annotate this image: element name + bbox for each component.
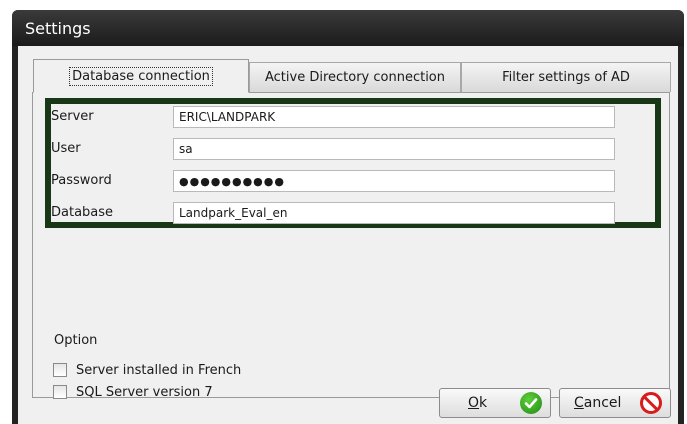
- cancel-button[interactable]: Cancel: [559, 388, 671, 418]
- tab-filter-settings-of-ad[interactable]: Filter settings of AD: [461, 62, 671, 92]
- ok-button[interactable]: Ok: [439, 388, 551, 418]
- server-input[interactable]: ERIC\LANDPARK: [173, 106, 615, 128]
- option-server-french[interactable]: Server installed in French: [53, 361, 241, 379]
- server-french-checkbox[interactable]: [53, 363, 67, 377]
- user-label: User: [51, 141, 81, 156]
- tab-database-connection[interactable]: Database connection: [33, 59, 249, 93]
- server-french-label: Server installed in French: [76, 362, 242, 378]
- cancel-button-label: Cancel: [574, 395, 622, 411]
- server-row: Server ERIC\LANDPARK: [51, 106, 655, 128]
- user-input[interactable]: sa: [173, 138, 615, 160]
- server-label: Server: [51, 109, 94, 124]
- password-input[interactable]: ●●●●●●●●●●: [173, 170, 615, 192]
- check-circle-icon: [520, 392, 542, 414]
- connection-fields-highlight: Server ERIC\LANDPARK User sa Password ●●…: [45, 98, 661, 228]
- no-entry-icon: [640, 392, 662, 414]
- ok-button-label: Ok: [468, 395, 488, 411]
- title-bar[interactable]: Settings: [12, 10, 684, 46]
- option-sql-server-7[interactable]: SQL Server version 7: [53, 383, 213, 401]
- tab-active-directory-connection-label: Active Directory connection: [264, 70, 446, 85]
- option-group-label: Option: [54, 333, 98, 348]
- database-input[interactable]: Landpark_Eval_en: [173, 202, 615, 224]
- database-connection-panel: Server ERIC\LANDPARK User sa Password ●●…: [32, 92, 670, 401]
- password-row: Password ●●●●●●●●●●: [51, 170, 655, 192]
- database-label: Database: [51, 205, 114, 220]
- tab-database-connection-label: Database connection: [69, 66, 213, 86]
- window-title: Settings: [25, 19, 91, 38]
- sql-server-7-checkbox[interactable]: [53, 385, 67, 399]
- user-row: User sa: [51, 138, 655, 160]
- password-label: Password: [51, 173, 112, 188]
- dialog-client-area: Database connection Active Directory con…: [18, 46, 678, 424]
- sql-server-7-label: SQL Server version 7: [76, 384, 213, 400]
- tab-filter-settings-label: Filter settings of AD: [502, 70, 630, 85]
- settings-dialog: Settings Database connection Active Dire…: [12, 10, 684, 424]
- tab-active-directory-connection[interactable]: Active Directory connection: [249, 62, 461, 92]
- database-row: Database Landpark_Eval_en: [51, 202, 655, 224]
